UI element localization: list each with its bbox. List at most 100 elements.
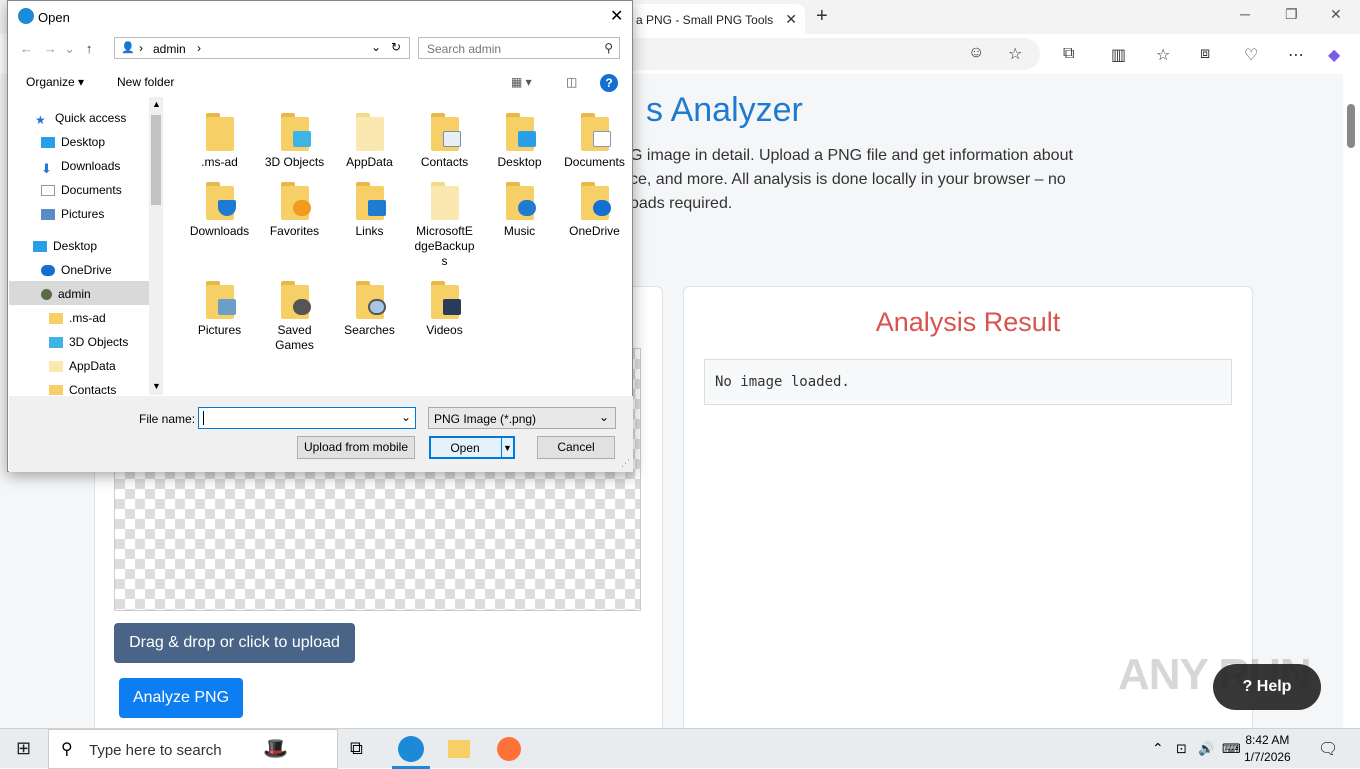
file-onedrive[interactable]: OneDrive [557, 180, 632, 239]
windows-start-icon[interactable]: ⊞ [16, 738, 31, 759]
file-label: Contacts [420, 155, 469, 169]
search-icon: ⚲ [604, 41, 613, 55]
file-name-input[interactable]: ⌄ [198, 407, 416, 429]
scrollbar-thumb[interactable] [1347, 104, 1355, 148]
firefox-icon[interactable] [497, 737, 521, 761]
restore-icon[interactable]: ❐ [1285, 6, 1298, 23]
nav-onedrive[interactable]: OneDrive [41, 263, 112, 277]
file-appdata[interactable]: AppData [332, 111, 407, 170]
extensions-icon[interactable]: ⧉ [1063, 45, 1074, 63]
nav-appdata[interactable]: AppData [49, 359, 116, 373]
nav-admin[interactable]: admin [41, 287, 91, 301]
resize-grip-icon[interactable]: ⋰ [621, 458, 630, 469]
nav-contacts[interactable]: Contacts [49, 383, 116, 395]
organize-menu[interactable]: Organize ▾ [26, 75, 84, 89]
collections-icon[interactable]: ⧈ [1200, 45, 1210, 63]
nav-pictures[interactable]: Pictures [41, 207, 104, 221]
copilot-icon[interactable]: ◆ [1328, 45, 1340, 65]
folder-3d-icon [279, 111, 311, 151]
language-icon[interactable]: ⌨ [1222, 741, 1241, 757]
preview-pane-icon[interactable]: ◫ [566, 75, 577, 89]
file-list: .ms-ad 3D Objects AppData Contacts Deskt… [168, 101, 632, 393]
window-close-icon[interactable]: ✕ [1330, 6, 1342, 23]
help-icon[interactable]: ? [600, 74, 618, 92]
minimize-icon[interactable]: ─ [1240, 6, 1250, 22]
file-videos[interactable]: Videos [407, 279, 482, 338]
file-explorer-icon[interactable] [448, 740, 470, 758]
upload-from-mobile-button[interactable]: Upload from mobile [297, 436, 415, 459]
file-documents[interactable]: Documents [557, 111, 632, 170]
split-screen-icon[interactable]: ▥ [1111, 45, 1126, 65]
tray-chevron-icon[interactable]: ⌃ [1152, 740, 1164, 757]
file-saved-games[interactable]: Saved Games [257, 279, 332, 353]
nav-documents[interactable]: Documents [41, 183, 122, 197]
address-bar[interactable]: ☺ ☆ [600, 38, 1040, 70]
page-title: s Analyzer [646, 91, 803, 129]
nav-scrollbar[interactable]: ▲ ▼ [149, 97, 162, 395]
analyze-button[interactable]: Analyze PNG [119, 678, 243, 718]
open-dropdown-icon[interactable]: ▼ [503, 438, 512, 459]
dropdown-icon[interactable]: ⌄ [371, 40, 381, 54]
view-options-icon[interactable]: ▦ ▾ [511, 75, 532, 89]
dialog-close-icon[interactable]: ✕ [610, 6, 623, 26]
file-type-select[interactable]: PNG Image (*.png) ⌄ [428, 407, 616, 429]
emoji-icon[interactable]: ☺ [968, 44, 984, 62]
open-button[interactable]: Open ▼ [429, 436, 515, 459]
file-label: Saved Games [275, 323, 314, 352]
file-links[interactable]: Links [332, 180, 407, 239]
chevron-down-icon[interactable]: ⌄ [401, 410, 411, 424]
file-favorites[interactable]: Favorites [257, 180, 332, 239]
cancel-button[interactable]: Cancel [537, 436, 615, 459]
scroll-down-icon[interactable]: ▼ [152, 381, 161, 391]
network-icon[interactable]: ⊡ [1176, 741, 1187, 757]
forward-icon[interactable]: → [44, 41, 57, 56]
scroll-up-icon[interactable]: ▲ [152, 99, 161, 109]
tab-close-icon[interactable]: ✕ [785, 11, 797, 28]
file-edge-backups[interactable]: MicrosoftEdgeBackups [407, 180, 482, 269]
file-contacts[interactable]: Contacts [407, 111, 482, 170]
refresh-icon[interactable]: ↻ [391, 40, 401, 54]
nav-desktop-root[interactable]: Desktop [33, 239, 97, 253]
nav-downloads[interactable]: ⬇ Downloads [41, 159, 121, 176]
page-scrollbar[interactable] [1343, 74, 1360, 728]
nav-3d-objects[interactable]: 3D Objects [49, 335, 128, 349]
back-icon[interactable]: ← [20, 41, 33, 56]
volume-icon[interactable]: 🔊 [1198, 741, 1214, 757]
menu-icon[interactable]: ⋯ [1288, 45, 1304, 65]
open-file-dialog: Open ✕ ← → ⌄ ↑ 👤 › admin › ⌄ ↻ Search ad… [7, 0, 633, 472]
chevron-icon: › [139, 41, 143, 55]
file-pictures[interactable]: Pictures [182, 279, 257, 338]
new-folder-button[interactable]: New folder [117, 75, 174, 89]
clock[interactable]: 8:42 AM 1/7/2026 [1244, 732, 1291, 766]
help-button[interactable]: ? Help [1213, 664, 1321, 710]
notifications-icon[interactable]: 🗨 [1318, 739, 1338, 759]
nav-desktop[interactable]: Desktop [41, 135, 105, 149]
file-downloads[interactable]: Downloads [182, 180, 257, 239]
star-icon: ★ [35, 112, 46, 127]
file-3d-objects[interactable]: 3D Objects [257, 111, 332, 170]
file-desktop[interactable]: Desktop [482, 111, 557, 170]
nav-scroll-thumb[interactable] [151, 115, 161, 205]
file-music[interactable]: Music [482, 180, 557, 239]
edge-taskbar-icon[interactable] [398, 736, 424, 762]
nav-label: Downloads [61, 159, 121, 173]
dialog-search-input[interactable]: Search admin ⚲ [418, 37, 620, 59]
taskbar-search[interactable]: ⚲ Type here to search 🎩 [48, 729, 338, 769]
up-icon[interactable]: ↑ [86, 41, 93, 56]
nav-quick-access[interactable]: ★ Quick access [35, 111, 126, 127]
drag-drop-upload-button[interactable]: Drag & drop or click to upload [114, 623, 355, 663]
cloud-icon [41, 264, 55, 276]
result-output: No image loaded. [704, 359, 1232, 405]
recent-icon[interactable]: ⌄ [64, 41, 75, 56]
nav-ms-ad[interactable]: .ms-ad [49, 311, 106, 325]
task-view-icon[interactable]: ⧉ [350, 738, 363, 759]
path-bar[interactable]: 👤 › admin › ⌄ ↻ [114, 37, 410, 59]
favorite-star-icon[interactable]: ☆ [1008, 44, 1022, 64]
nav-label: admin [58, 287, 91, 301]
new-tab-button[interactable]: + [816, 5, 828, 28]
file-searches[interactable]: Searches [332, 279, 407, 338]
file-ms-ad[interactable]: .ms-ad [182, 111, 257, 170]
performance-icon[interactable]: ♡ [1244, 45, 1258, 65]
nav-label: .ms-ad [69, 311, 106, 325]
favorites-icon[interactable]: ☆ [1156, 45, 1170, 65]
